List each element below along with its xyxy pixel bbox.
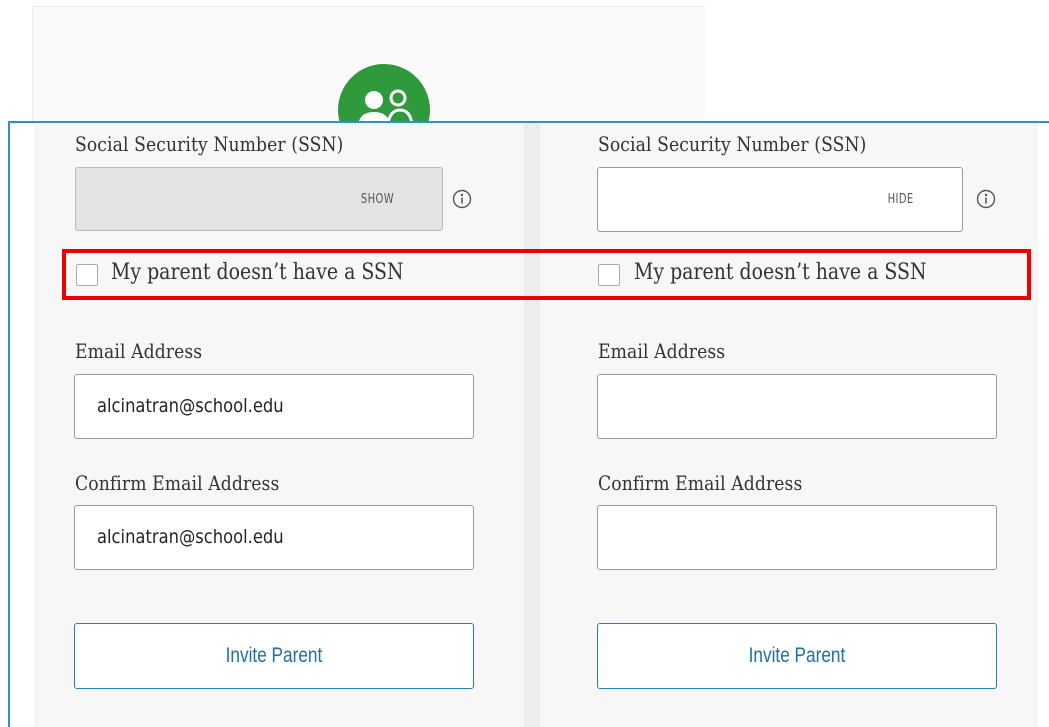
confirm-email-input[interactable]: alcinatran@school.edu: [74, 505, 474, 570]
email-label: Email Address: [598, 339, 726, 363]
info-icon[interactable]: [976, 189, 996, 209]
email-label: Email Address: [75, 339, 203, 363]
email-value: alcinatran@school.edu: [97, 395, 284, 417]
confirm-email-label: Confirm Email Address: [75, 471, 280, 495]
confirm-email-label: Confirm Email Address: [598, 471, 803, 495]
ssn-input[interactable]: SHOW: [75, 167, 443, 231]
email-input[interactable]: alcinatran@school.edu: [74, 374, 474, 439]
highlight-box: [62, 249, 1031, 300]
ssn-input[interactable]: HIDE: [597, 167, 963, 232]
confirm-email-value: alcinatran@school.edu: [97, 526, 284, 548]
email-input[interactable]: [597, 374, 997, 439]
invite-parent-button[interactable]: Invite Parent: [597, 623, 997, 689]
column-divider: [524, 123, 540, 727]
invite-parent-button[interactable]: Invite Parent: [74, 623, 474, 689]
ssn-label: Social Security Number (SSN): [598, 132, 867, 156]
ssn-hide-toggle[interactable]: HIDE: [888, 192, 914, 207]
invite-parent-label: Invite Parent: [225, 644, 323, 667]
confirm-email-input[interactable]: [597, 505, 997, 570]
ssn-show-toggle[interactable]: SHOW: [361, 192, 394, 207]
invite-parent-label: Invite Parent: [748, 644, 846, 667]
ssn-label: Social Security Number (SSN): [75, 132, 344, 156]
info-icon[interactable]: [452, 189, 472, 209]
